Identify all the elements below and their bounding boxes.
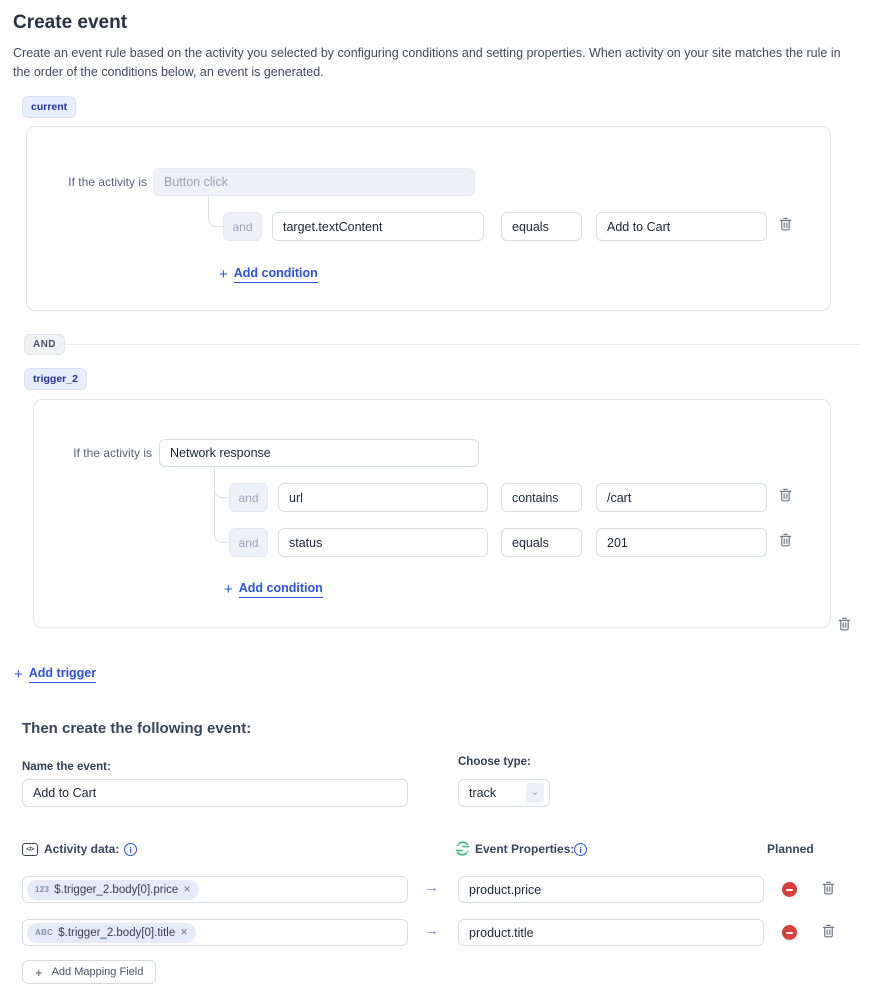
condition-field-input[interactable]: url <box>278 483 488 512</box>
mapping-source-input[interactable]: ABC $.trigger_2.body[0].title ✕ <box>22 919 408 946</box>
trash-icon <box>822 881 835 895</box>
add-trigger-link[interactable]: + Add trigger <box>14 666 96 683</box>
trigger-badge-trigger-2: trigger_2 <box>24 368 87 390</box>
event-type-value: track <box>469 786 496 800</box>
mapping-source-chip: 123 $.trigger_2.body[0].price ✕ <box>27 880 199 900</box>
add-mapping-field-label: Add Mapping Field <box>52 966 144 978</box>
mapping-source-chip: ABC $.trigger_2.body[0].title ✕ <box>27 923 196 943</box>
add-mapping-field-button[interactable]: + Add Mapping Field <box>22 960 156 984</box>
and-divider-chip: AND <box>24 334 65 355</box>
segment-icon <box>455 841 470 856</box>
chevron-down-icon: ⌄ <box>526 783 544 803</box>
code-icon: </> <box>22 843 38 856</box>
condition-value-input[interactable]: 201 <box>596 528 767 557</box>
planned-header: Planned <box>767 842 814 856</box>
mapping-source-input[interactable]: 123 $.trigger_2.body[0].price ✕ <box>22 876 408 903</box>
activity-data-header: Activity data: <box>44 842 119 856</box>
create-event-page: Create event Create an event rule based … <box>0 0 874 993</box>
delete-condition-button[interactable] <box>779 217 792 231</box>
info-icon[interactable]: i <box>574 843 587 856</box>
plus-icon: + <box>35 965 43 980</box>
not-planned-icon[interactable] <box>782 925 797 940</box>
condition-value-input[interactable]: /cart <box>596 483 767 512</box>
condition-connector-chip: and <box>229 528 268 557</box>
and-divider-line <box>62 344 860 345</box>
add-trigger-label: Add trigger <box>29 666 96 683</box>
condition-connector-chip: and <box>223 212 262 241</box>
condition-field-input[interactable]: target.textContent <box>272 212 484 241</box>
remove-chip-icon[interactable]: ✕ <box>183 884 191 895</box>
trash-icon <box>779 217 792 231</box>
add-condition-label: Add condition <box>239 581 323 598</box>
trigger-badge-current: current <box>22 96 76 118</box>
plus-icon: + <box>219 267 228 282</box>
mapping-target-input[interactable]: product.price <box>458 876 764 903</box>
plus-icon: + <box>224 582 233 597</box>
type-prefix-string: ABC <box>35 928 53 937</box>
event-name-label: Name the event: <box>22 761 111 773</box>
mapping-target-input[interactable]: product.title <box>458 919 764 946</box>
page-description: Create an event rule based on the activi… <box>13 44 861 83</box>
delete-mapping-button[interactable] <box>822 924 835 938</box>
condition-operator-select[interactable]: equals <box>501 212 582 241</box>
trigger-card-1: If the activity is Button click and targ… <box>26 126 831 311</box>
activity-label: If the activity is <box>67 446 152 460</box>
event-section-heading: Then create the following event: <box>22 720 251 737</box>
delete-condition-button[interactable] <box>779 488 792 502</box>
activity-label: If the activity is <box>62 175 147 189</box>
page-title: Create event <box>13 12 127 34</box>
condition-connector-chip: and <box>229 483 268 512</box>
condition-connector-line <box>214 467 229 543</box>
event-properties-header: Event Properties: <box>475 842 574 856</box>
type-prefix-number: 123 <box>35 885 49 894</box>
event-name-input[interactable]: Add to Cart <box>22 779 408 807</box>
add-condition-link[interactable]: + Add condition <box>219 266 318 283</box>
plus-icon: + <box>14 667 23 682</box>
condition-value-input[interactable]: Add to Cart <box>596 212 767 241</box>
arrow-right-icon: → <box>424 880 439 895</box>
delete-mapping-button[interactable] <box>822 881 835 895</box>
source-path: $.trigger_2.body[0].title <box>58 927 175 939</box>
add-condition-label: Add condition <box>234 266 318 283</box>
delete-trigger-button[interactable] <box>838 617 851 631</box>
remove-chip-icon[interactable]: ✕ <box>180 927 188 938</box>
event-type-select[interactable]: track ⌄ <box>458 779 550 807</box>
trash-icon <box>838 617 851 631</box>
arrow-right-icon: → <box>424 923 439 938</box>
not-planned-icon[interactable] <box>782 882 797 897</box>
activity-type-input[interactable]: Button click <box>153 168 475 196</box>
add-condition-link[interactable]: + Add condition <box>224 581 323 598</box>
trash-icon <box>779 533 792 547</box>
condition-connector-line <box>208 196 224 227</box>
info-icon[interactable]: i <box>124 843 137 856</box>
condition-operator-select[interactable]: equals <box>501 528 582 557</box>
delete-condition-button[interactable] <box>779 533 792 547</box>
activity-type-input[interactable]: Network response <box>159 439 479 467</box>
trash-icon <box>779 488 792 502</box>
trash-icon <box>822 924 835 938</box>
event-type-label: Choose type: <box>458 756 531 768</box>
condition-field-input[interactable]: status <box>278 528 488 557</box>
trigger-card-2: If the activity is Network response and … <box>33 399 831 628</box>
source-path: $.trigger_2.body[0].price <box>54 884 178 896</box>
condition-operator-select[interactable]: contains <box>501 483 582 512</box>
